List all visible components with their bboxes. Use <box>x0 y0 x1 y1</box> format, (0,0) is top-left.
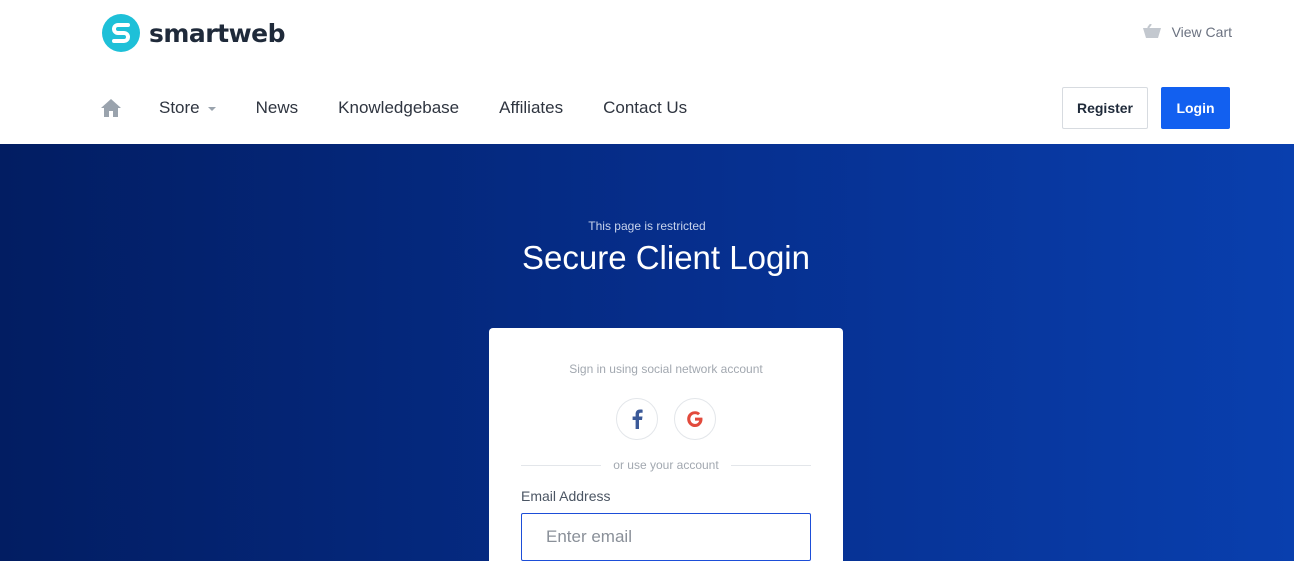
nav-item-label: News <box>255 98 299 117</box>
google-icon <box>687 411 703 427</box>
nav-item-store[interactable]: Store <box>159 98 216 118</box>
view-cart-label: View Cart <box>1171 24 1232 40</box>
nav-item-label: Knowledgebase <box>338 98 460 117</box>
brand-name: smartweb <box>149 18 286 48</box>
google-login-button[interactable] <box>674 398 716 440</box>
nav-item-news[interactable]: News <box>256 98 299 118</box>
hero-kicker: This page is restricted <box>588 219 706 233</box>
nav-item-affiliates[interactable]: Affiliates <box>499 98 563 118</box>
nav-item-label: Contact Us <box>603 98 688 117</box>
site-header: smartweb View Cart Store News Knowledgeb… <box>0 0 1294 144</box>
divider: or use your account <box>521 458 811 472</box>
nav-home[interactable] <box>101 98 121 118</box>
nav-item-knowledgebase[interactable]: Knowledgebase <box>338 98 459 118</box>
basket-icon <box>1142 24 1161 38</box>
home-icon <box>101 99 121 117</box>
facebook-icon <box>632 409 643 429</box>
divider-line <box>731 465 811 466</box>
register-button[interactable]: Register <box>1062 87 1148 129</box>
nav-item-contact-us[interactable]: Contact Us <box>603 98 687 118</box>
view-cart-link[interactable]: View Cart <box>1142 24 1232 40</box>
login-button[interactable]: Login <box>1161 87 1230 129</box>
login-card: Sign in using social network account or … <box>489 328 843 561</box>
nav-item-label: Affiliates <box>499 98 564 117</box>
email-label: Email Address <box>521 488 611 504</box>
social-login-caption: Sign in using social network account <box>569 362 763 376</box>
email-field[interactable] <box>521 513 811 561</box>
caret-down-icon <box>207 107 216 111</box>
hero-banner: This page is restricted Secure Client Lo… <box>0 144 1294 561</box>
facebook-login-button[interactable] <box>616 398 658 440</box>
smartweb-logo-icon <box>102 14 140 52</box>
nav-item-label: Store <box>159 98 200 117</box>
main-nav: Store News Knowledgebase Affiliates Cont… <box>101 88 727 128</box>
page-title: Secure Client Login <box>521 239 810 276</box>
brand-logo[interactable]: smartweb <box>101 13 286 53</box>
